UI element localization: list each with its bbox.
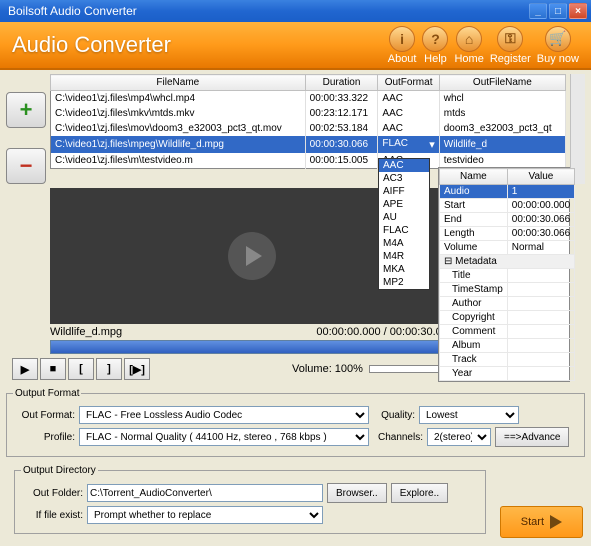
dropdown-option[interactable]: MP2: [379, 276, 429, 289]
channels-label: Channels:: [373, 432, 423, 443]
app-title: Audio Converter: [12, 32, 388, 58]
dropdown-option[interactable]: AU: [379, 211, 429, 224]
prop-row[interactable]: Title: [440, 269, 575, 283]
seek-slider[interactable]: [50, 340, 454, 354]
dropdown-option[interactable]: AIFF: [379, 185, 429, 198]
out-format-select[interactable]: FLAC - Free Lossless Audio Codec: [79, 406, 369, 424]
header-register-button[interactable]: ⚿Register: [490, 26, 531, 65]
app-header: Audio Converter iAbout?Help⌂Home⚿Registe…: [0, 22, 591, 70]
prop-row[interactable]: Author: [440, 297, 575, 311]
if-exist-label: If file exist:: [21, 510, 83, 521]
prop-col-name: Name: [440, 169, 508, 185]
register-icon: ⚿: [497, 26, 523, 52]
quality-select[interactable]: Lowest: [419, 406, 519, 424]
output-dir-legend: Output Directory: [21, 465, 98, 476]
col-duration[interactable]: Duration: [305, 75, 378, 91]
dropdown-option[interactable]: MKA: [379, 263, 429, 276]
prop-row[interactable]: Track: [440, 353, 575, 367]
prop-row[interactable]: TimeStamp: [440, 283, 575, 297]
prop-row[interactable]: Album: [440, 339, 575, 353]
dropdown-option[interactable]: FLAC: [379, 224, 429, 237]
out-folder-input[interactable]: [87, 484, 323, 502]
browse-button[interactable]: Browser..: [327, 483, 387, 503]
add-file-button[interactable]: +: [6, 92, 46, 128]
prop-row[interactable]: Copyright: [440, 311, 575, 325]
header-about-button[interactable]: iAbout: [388, 26, 417, 65]
out-format-label: Out Format:: [13, 410, 75, 421]
mark-out-button[interactable]: ]: [96, 358, 122, 380]
prop-row[interactable]: Year: [440, 367, 575, 381]
next-mark-button[interactable]: [▶]: [124, 358, 150, 380]
table-row[interactable]: C:\video1\zj.files\mkv\mtds.mkv00:23:12.…: [51, 106, 566, 121]
advance-button[interactable]: ==>Advance: [495, 427, 569, 447]
prop-row[interactable]: VolumeNormal: [440, 241, 575, 255]
preview-time: 00:00:00.000 / 00:00:30.066: [316, 326, 454, 338]
col-filename[interactable]: FileName: [51, 75, 306, 91]
table-row[interactable]: C:\video1\zj.files\mov\doom3_e32003_pct3…: [51, 121, 566, 136]
home-icon: ⌂: [456, 26, 482, 52]
prop-row[interactable]: Comment: [440, 325, 575, 339]
table-row[interactable]: C:\video1\zj.files\mp4\whcl.mp400:00:33.…: [51, 91, 566, 107]
explore-button[interactable]: Explore..: [391, 483, 448, 503]
output-format-legend: Output Format: [13, 388, 81, 399]
preview-filename: Wildlife_d.mpg: [50, 326, 122, 338]
close-button[interactable]: ×: [569, 3, 587, 19]
output-dir-group: Output Directory Out Folder: Browser.. E…: [14, 465, 486, 534]
col-outfilename[interactable]: OutFileName: [439, 75, 565, 91]
start-button[interactable]: Start: [500, 506, 583, 538]
prop-col-value: Value: [507, 169, 574, 185]
dropdown-option[interactable]: M4A: [379, 237, 429, 250]
prop-row[interactable]: End00:00:30.066: [440, 213, 575, 227]
titlebar: Boilsoft Audio Converter _ □ ×: [0, 0, 591, 22]
out-folder-label: Out Folder:: [21, 488, 83, 499]
properties-panel: Name Value Audio1Start00:00:00.000End00:…: [438, 167, 570, 382]
table-row[interactable]: C:\video1\zj.files\mpeg\Wildlife_d.mpg00…: [51, 136, 566, 153]
file-table[interactable]: FileNameDurationOutFormatOutFileName C:\…: [50, 74, 566, 169]
volume-label: Volume: 100%: [292, 363, 363, 375]
prop-row[interactable]: Start00:00:00.000: [440, 199, 575, 213]
header-help-button[interactable]: ?Help: [422, 26, 448, 65]
maximize-button[interactable]: □: [549, 3, 567, 19]
remove-file-button[interactable]: −: [6, 148, 46, 184]
metadata-group[interactable]: ⊟ Metadata: [440, 255, 575, 269]
format-dropdown-list[interactable]: AACAC3AIFFAPEAUFLACM4AM4RMKAMP2: [378, 158, 430, 290]
output-format-group: Output Format Out Format: FLAC - Free Lo…: [6, 388, 585, 457]
profile-label: Profile:: [13, 432, 75, 443]
stop-button[interactable]: ■: [40, 358, 66, 380]
mark-in-button[interactable]: [: [68, 358, 94, 380]
about-icon: i: [389, 26, 415, 52]
header-home-button[interactable]: ⌂Home: [454, 26, 483, 65]
dropdown-option[interactable]: AC3: [379, 172, 429, 185]
channels-select[interactable]: 2(stereo): [427, 428, 491, 446]
quality-label: Quality:: [373, 410, 415, 421]
buy now-icon: 🛒: [545, 26, 571, 52]
play-button[interactable]: ▶: [12, 358, 38, 380]
dropdown-option[interactable]: APE: [379, 198, 429, 211]
dropdown-option[interactable]: AAC: [379, 159, 429, 172]
format-cell-dropdown[interactable]: FLAC ▾: [378, 136, 439, 153]
header-buy-now-button[interactable]: 🛒Buy now: [537, 26, 579, 65]
profile-select[interactable]: FLAC - Normal Quality ( 44100 Hz, stereo…: [79, 428, 369, 446]
help-icon: ?: [422, 26, 448, 52]
window-title: Boilsoft Audio Converter: [4, 4, 529, 18]
prop-row[interactable]: Audio1: [440, 185, 575, 199]
play-overlay-icon[interactable]: [228, 232, 276, 280]
prop-row[interactable]: Length00:00:30.066: [440, 227, 575, 241]
dropdown-option[interactable]: M4R: [379, 250, 429, 263]
col-outformat[interactable]: OutFormat: [378, 75, 439, 91]
minimize-button[interactable]: _: [529, 3, 547, 19]
if-exist-select[interactable]: Prompt whether to replace: [87, 506, 323, 524]
